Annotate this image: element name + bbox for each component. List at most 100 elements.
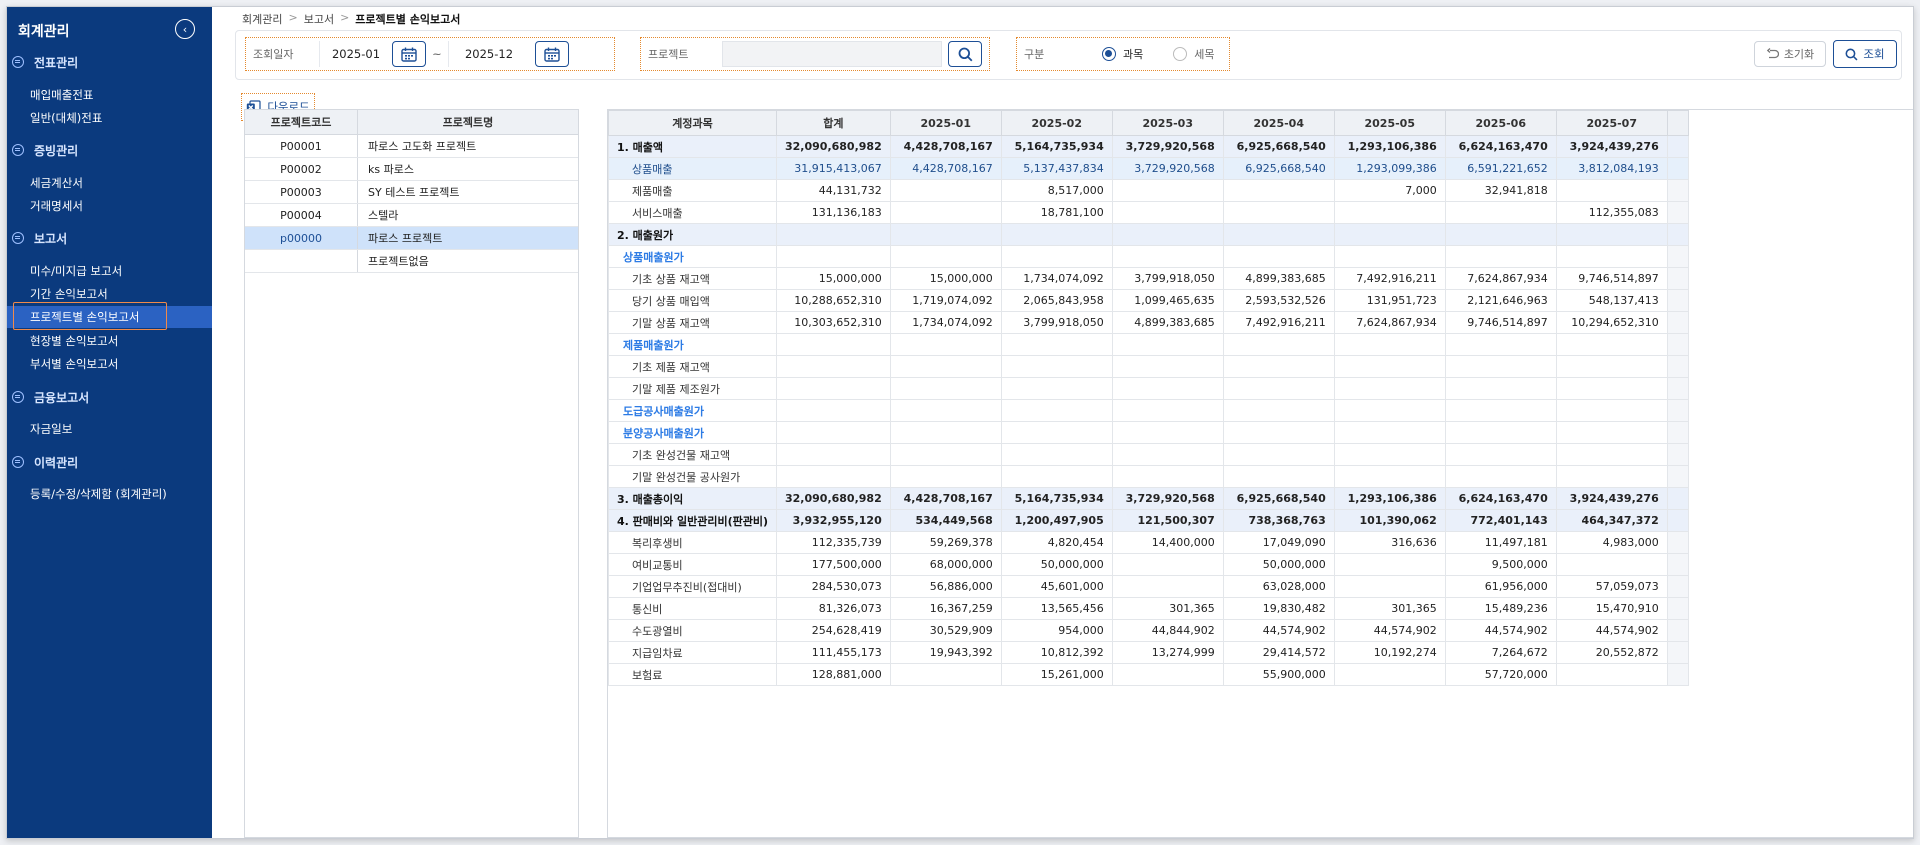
amount-cell: 1,734,074,092 <box>889 311 1002 334</box>
amount-cell <box>889 355 1002 378</box>
sidebar-item-project-pl-report[interactable]: 프로젝트별 손익보고서 <box>7 302 212 330</box>
report-row[interactable]: 4. 판매비와 일반관리비(판관비) 3,932,955,120 534,449,5… <box>608 509 1689 532</box>
report-row[interactable]: 기말 제품 제조원가 <box>608 377 1689 400</box>
report-row[interactable]: 기초 완성건물 재고액 <box>608 443 1689 466</box>
column-header-value: 합계 <box>776 110 891 136</box>
sidebar-item-daily-funds[interactable]: 자금일보 <box>7 418 212 440</box>
account-name-cell: 분양공사매출원가 <box>608 421 777 444</box>
radio-detail-label[interactable]: 세목 <box>1194 46 1214 62</box>
report-row[interactable]: 지급임차료 111,455,173 19,943,392 10,812,392 13,2… <box>608 641 1689 664</box>
report-row[interactable]: 기초 상품 재고액 15,000,000 15,000,000 1,734,074,0… <box>608 267 1689 290</box>
report-row[interactable]: 보험료 128,881,000 15,261,000 55,900,000 57,720… <box>608 663 1689 686</box>
report-row[interactable]: 기초 제품 재고액 <box>608 355 1689 378</box>
radio-account[interactable] <box>1102 47 1116 61</box>
amount-cell <box>1000 377 1113 400</box>
report-row[interactable]: 통신비 81,326,073 16,367,259 13,565,456 301,365… <box>608 597 1689 620</box>
account-name-cell: 3. 매출총이익 <box>608 487 777 510</box>
radio-account-label[interactable]: 과목 <box>1123 46 1143 62</box>
filter-bar: 조회일자 2025-01 ~ 2025-12 프로젝트 구분 과목 세목 초기화… <box>235 30 1902 80</box>
sidebar-item-general-voucher[interactable]: 일반(대체)전표 <box>7 107 212 129</box>
report-row[interactable]: 1. 매출액 32,090,680,982 4,428,708,167 5,164,7… <box>608 135 1689 158</box>
report-row[interactable]: 제품매출 44,131,732 8,517,000 7,000 32,941,818 <box>608 179 1689 202</box>
report-row[interactable]: 서비스매출 131,136,183 18,781,100 112,355,083 <box>608 201 1689 224</box>
amount-cell: 15,000,000 <box>889 267 1002 290</box>
project-table-header: 프로젝트코드 프로젝트명 <box>245 110 578 135</box>
report-row[interactable]: 도급공사매출원가 <box>608 399 1689 422</box>
table-row[interactable]: P00003 SY 테스트 프로젝트 <box>245 181 578 204</box>
amount-cell <box>776 377 891 400</box>
spacer-cell <box>1666 487 1689 510</box>
account-name-cell: 여비교통비 <box>608 553 777 576</box>
report-row[interactable]: 상품매출 31,915,413,067 4,428,708,167 5,137,437… <box>608 157 1689 180</box>
amount-cell <box>776 223 891 246</box>
amount-cell <box>1333 333 1446 356</box>
sidebar-item-sales-purchase-voucher[interactable]: 매입매출전표 <box>7 84 212 106</box>
report-row[interactable]: 복리후생비 112,335,739 59,269,378 4,820,454 14,40… <box>608 531 1689 554</box>
calendar-to-button[interactable] <box>535 41 569 67</box>
report-row[interactable]: 수도광열비 254,628,419 30,529,909 954,000 44,844,… <box>608 619 1689 642</box>
amount-cell: 3,799,918,050 <box>1000 311 1113 334</box>
amount-cell <box>1111 333 1224 356</box>
sidebar-section-voucher[interactable]: 전표관리 <box>12 52 78 72</box>
report-row[interactable]: 기말 상품 재고액 10,303,652,310 1,734,074,092 3,79… <box>608 311 1689 334</box>
account-name-cell: 기말 제품 제조원가 <box>608 377 777 400</box>
report-row[interactable]: 당기 상품 매입액 10,288,652,310 1,719,074,092 2,06… <box>608 289 1689 312</box>
amount-cell: 4,428,708,167 <box>889 157 1002 180</box>
amount-cell: 7,492,916,211 <box>1222 311 1335 334</box>
sidebar-item-receivables-report[interactable]: 미수/미지급 보고서 <box>7 260 212 282</box>
amount-cell: 9,500,000 <box>1444 553 1557 576</box>
report-row[interactable]: 제품매출원가 <box>608 333 1689 356</box>
report-row[interactable]: 기업업무추진비(접대비) 284,530,073 56,886,000 45,601,… <box>608 575 1689 598</box>
table-row[interactable]: P00001 파로스 고도화 프로젝트 <box>245 135 578 158</box>
breadcrumb-item[interactable]: 보고서 <box>304 11 334 27</box>
sidebar-section-reports[interactable]: 보고서 <box>12 228 67 248</box>
amount-cell: 254,628,419 <box>776 619 891 642</box>
amount-cell: 3,924,439,276 <box>1555 135 1668 158</box>
amount-cell: 32,941,818 <box>1444 179 1557 202</box>
amount-cell: 4,428,708,167 <box>889 135 1002 158</box>
report-row[interactable]: 상품매출원가 <box>608 245 1689 268</box>
project-search-button[interactable] <box>948 41 982 67</box>
table-row[interactable]: P00002 ks 파로스 <box>245 158 578 181</box>
amount-cell: 8,517,000 <box>1000 179 1113 202</box>
account-name-cell: 기말 상품 재고액 <box>608 311 777 334</box>
sidebar-section-finance-reports[interactable]: 금융보고서 <box>12 387 89 407</box>
breadcrumb-item[interactable]: 회계관리 <box>242 11 282 27</box>
sidebar-item-tax-invoice[interactable]: 세금계산서 <box>7 172 212 194</box>
report-row[interactable]: 여비교통비 177,500,000 68,000,000 50,000,000 50,0… <box>608 553 1689 576</box>
report-row[interactable]: 분양공사매출원가 <box>608 421 1689 444</box>
spacer-cell <box>1666 289 1689 312</box>
report-row[interactable]: 2. 매출원가 <box>608 223 1689 246</box>
amount-cell <box>1555 223 1668 246</box>
sidebar-item-site-pl-report[interactable]: 현장별 손익보고서 <box>7 330 212 352</box>
column-header-value: 2025-03 <box>1111 110 1224 136</box>
chevron-right-icon: > <box>340 11 350 24</box>
collapse-sidebar-button[interactable]: ‹ <box>175 19 195 39</box>
amount-cell: 45,601,000 <box>1000 575 1113 598</box>
table-row[interactable]: p00000 파로스 프로젝트 <box>245 227 578 250</box>
report-row[interactable]: 기말 완성건물 공사원가 <box>608 465 1689 488</box>
date-from-input[interactable]: 2025-01 <box>319 41 392 67</box>
spacer-cell <box>1666 311 1689 334</box>
date-to-input[interactable]: 2025-12 <box>448 41 529 67</box>
amount-cell <box>1222 245 1335 268</box>
reset-button[interactable]: 초기화 <box>1754 41 1826 67</box>
radio-detail[interactable] <box>1173 47 1188 61</box>
project-input[interactable] <box>722 41 942 67</box>
sidebar-section-evidence[interactable]: 증빙관리 <box>12 140 78 160</box>
amount-cell <box>889 443 1002 466</box>
report-row[interactable]: 3. 매출총이익 32,090,680,982 4,428,708,167 5,164… <box>608 487 1689 510</box>
project-code-cell: P00003 <box>245 181 358 203</box>
amount-cell <box>1333 575 1446 598</box>
sidebar-item-transaction-statement[interactable]: 거래명세서 <box>7 195 212 217</box>
amount-cell <box>889 399 1002 422</box>
sidebar-section-history[interactable]: 이력관리 <box>12 452 78 472</box>
calendar-from-button[interactable] <box>392 41 426 67</box>
account-name-cell: 상품매출 <box>608 157 777 180</box>
query-button[interactable]: 조회 <box>1833 40 1897 68</box>
project-code-cell: P00002 <box>245 158 358 180</box>
table-row[interactable]: 프로젝트없음 <box>245 250 578 273</box>
table-row[interactable]: P00004 스텔라 <box>245 204 578 227</box>
sidebar-item-department-pl-report[interactable]: 부서별 손익보고서 <box>7 353 212 375</box>
sidebar-item-change-history[interactable]: 등록/수정/삭제함 (회계관리) <box>7 483 212 505</box>
